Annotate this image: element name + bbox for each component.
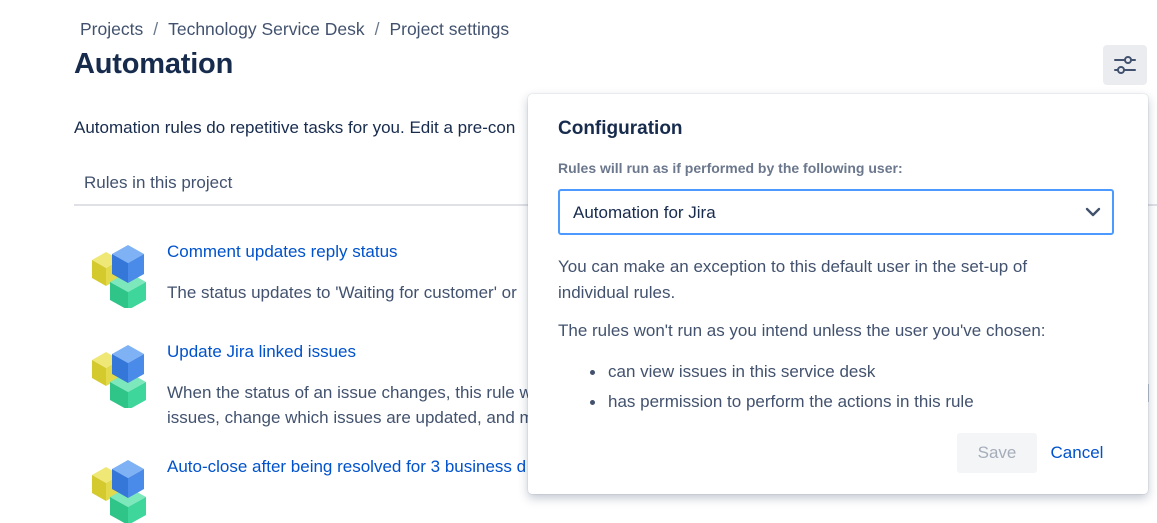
rule-title-link[interactable]: Comment updates reply status (167, 242, 398, 262)
actor-field-label: Rules will run as if performed by the fo… (558, 160, 903, 176)
breadcrumb-separator: / (374, 19, 380, 39)
configuration-button[interactable] (1103, 45, 1147, 85)
warning-text: The rules won't run as you intend unless… (558, 321, 1046, 340)
rule-title-link[interactable]: Auto-close after being resolved for 3 bu… (167, 457, 526, 477)
rule-description: When the status of an issue changes, thi… (167, 383, 532, 402)
breadcrumb: Projects / Technology Service Desk / Project… (80, 19, 509, 40)
breadcrumb-projects[interactable]: Projects (80, 19, 143, 39)
chevron-down-icon (1085, 207, 1101, 217)
list-item: has permission to perform the actions in… (558, 387, 974, 417)
breadcrumb-separator: / (153, 19, 159, 39)
rule-title-link[interactable]: Update Jira linked issues (167, 342, 356, 362)
sliders-icon (1114, 56, 1136, 74)
actor-user-value: Automation for Jira (573, 203, 716, 222)
breadcrumb-technology-service-desk[interactable]: Technology Service Desk (168, 19, 364, 39)
save-button[interactable]: Save (957, 433, 1037, 473)
cube-cluster-icon (92, 460, 146, 523)
cube-cluster-icon (92, 245, 146, 308)
cube-cluster-icon (92, 345, 146, 408)
rule-description: issues, change which issues are updated,… (167, 408, 534, 427)
requirement-text: can view issues in this service desk (608, 362, 876, 381)
user-requirements-list: can view issues in this service desk has… (558, 357, 974, 417)
requirement-text: has permission to perform the actions in… (608, 392, 974, 411)
rule-description: The status updates to 'Waiting for custo… (167, 283, 517, 302)
bullet-icon (590, 400, 595, 405)
exception-text: You can make an exception to this defaul… (558, 257, 1028, 302)
list-item: can view issues in this service desk (558, 357, 974, 387)
bullet-icon (590, 370, 595, 375)
cancel-button[interactable]: Cancel (1044, 433, 1110, 473)
configuration-title: Configuration (558, 118, 683, 139)
actor-user-select[interactable]: Automation for Jira (558, 189, 1114, 235)
configuration-dialog: Configuration Rules will run as if perfo… (528, 94, 1148, 494)
breadcrumb-project-settings[interactable]: Project settings (389, 19, 509, 39)
page-intro: Automation rules do repetitive tasks for… (74, 118, 516, 137)
section-header-rules: Rules in this project (84, 173, 233, 192)
page-title: Automation (74, 48, 234, 80)
